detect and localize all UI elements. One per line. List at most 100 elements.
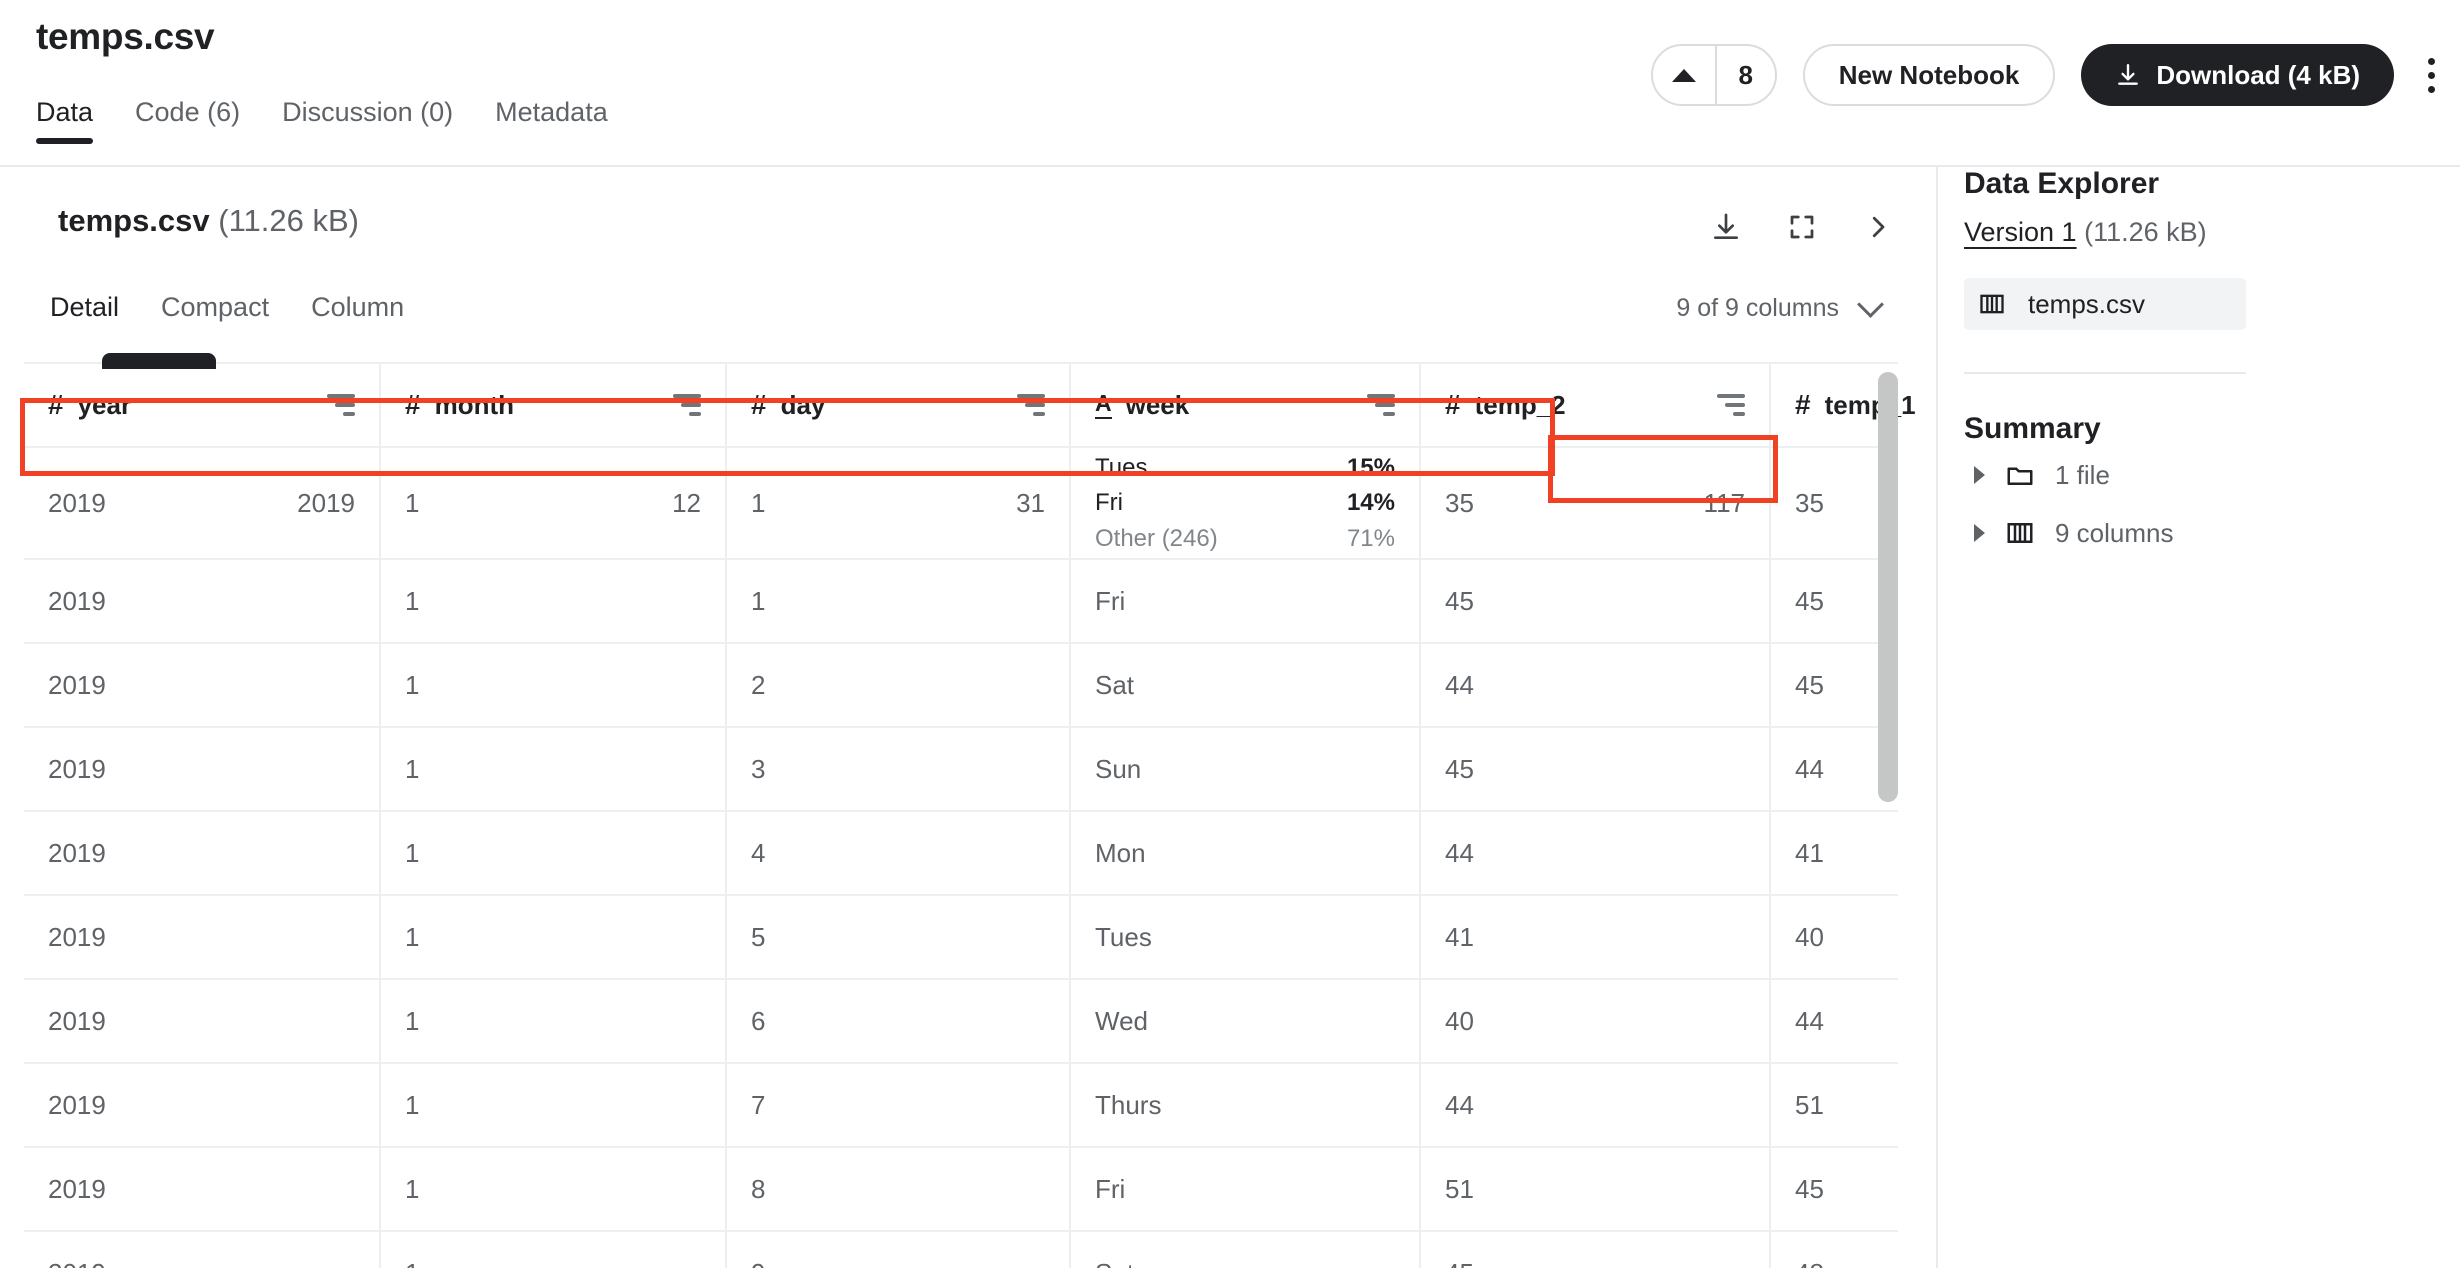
file-name: temps.csv (58, 203, 210, 238)
tab-code[interactable]: Code (6) (135, 97, 240, 144)
view-tab-compact-label: Compact (161, 292, 270, 322)
column-header-label: temp_2 (1474, 389, 1566, 420)
summary-min: 1 (751, 487, 766, 518)
summary-cell-week: Tues 15% Fri 14% Other (246) 71% (1070, 447, 1421, 560)
column-header-temp_2[interactable]: # temp_2 (1420, 362, 1771, 448)
view-tab-column[interactable]: Column (307, 292, 408, 337)
upvote-button[interactable] (1653, 46, 1715, 104)
cell-temp_2: 44 (1420, 643, 1771, 728)
sort-icon[interactable] (673, 394, 701, 416)
divider (1964, 372, 2246, 374)
summary-cell-year: 2019 2019 (24, 447, 381, 560)
table-row: 2019 1 2 Sat 44 45 (24, 643, 1898, 728)
summary-max: 117 (1703, 487, 1745, 518)
table-columns-icon (1980, 294, 2004, 314)
column-count-label: 9 of 9 columns (1676, 294, 1839, 322)
category-pct: 71% (1346, 524, 1395, 552)
cell-month: 1 (380, 559, 727, 644)
table-body: 2019 2019 1 12 1 31 Tues 15% Fri 14% Oth… (24, 447, 1898, 1268)
sort-icon[interactable] (1017, 394, 1045, 416)
cell-day: 8 (726, 1147, 1071, 1232)
next-file-button[interactable] (1858, 207, 1898, 247)
tab-code-label: Code (6) (135, 97, 241, 127)
version-link[interactable]: Version 1 (1964, 217, 2077, 247)
sort-icon[interactable] (327, 394, 355, 416)
cell-month: 1 (380, 1231, 727, 1268)
version-row: Version 1 (11.26 kB) (1964, 217, 2460, 248)
cell-week: Tues (1070, 895, 1421, 980)
cell-month: 1 (380, 895, 727, 980)
cell-year: 2019 (24, 895, 381, 980)
column-header-day[interactable]: # day (726, 362, 1071, 448)
cell-day: 7 (726, 1063, 1071, 1148)
cell-week: Sat (1070, 1231, 1421, 1268)
table-row: 2019 1 7 Thurs 44 51 (24, 1063, 1898, 1148)
sidebar-file-label: temps.csv (2028, 288, 2146, 319)
summary-max: 2019 (297, 487, 355, 518)
vote-count: 8 (1738, 59, 1753, 90)
file-download-button[interactable] (1706, 207, 1746, 247)
table-row: 2019 1 5 Tues 41 40 (24, 895, 1898, 980)
cell-week: Fri (1070, 559, 1421, 644)
page-header: temps.csv Data Code (6) Discussion (0) M… (0, 0, 2460, 167)
summary-item-columns[interactable]: 9 columns (1964, 504, 2460, 562)
cell-temp_2: 41 (1420, 895, 1771, 980)
table-vertical-scrollbar[interactable] (1878, 372, 1898, 802)
summary-cell-temp_2: 35 117 (1420, 447, 1771, 560)
category-row: Other (246) 71% (1095, 524, 1395, 553)
view-tab-detail[interactable]: Detail (46, 292, 123, 337)
tab-metadata-label: Metadata (495, 97, 608, 127)
fullscreen-button[interactable] (1782, 207, 1822, 247)
cell-month: 1 (380, 643, 727, 728)
number-type-icon: # (1795, 389, 1811, 420)
cell-year: 2019 (24, 1231, 381, 1268)
cell-day: 6 (726, 979, 1071, 1064)
summary-item-columns-label: 9 columns (2055, 517, 2174, 548)
tab-discussion[interactable]: Discussion (0) (282, 97, 453, 144)
sort-icon[interactable] (1717, 394, 1745, 416)
data-table-container: # year # month # day A week # temp_2 # t… (24, 353, 1916, 1268)
cell-temp_2: 51 (1420, 1147, 1771, 1232)
tab-data[interactable]: Data (36, 97, 94, 144)
category-label: Tues (1095, 454, 1148, 482)
cell-temp_1: 48 (1770, 1231, 1898, 1268)
column-header-year[interactable]: # year (24, 362, 381, 448)
summary-cell-day: 1 31 (726, 447, 1071, 560)
download-icon (1714, 213, 1738, 239)
category-row: Tues 15% (1095, 453, 1395, 482)
fullscreen-icon (1790, 215, 1814, 239)
cell-month: 1 (380, 1147, 727, 1232)
version-size: (11.26 kB) (2084, 217, 2207, 247)
column-header-month[interactable]: # month (380, 362, 727, 448)
sidebar-file-item-temps-csv[interactable]: temps.csv (1964, 278, 2246, 330)
new-notebook-button[interactable]: New Notebook (1802, 44, 2056, 106)
chevron-right-icon (1872, 216, 1885, 238)
cell-week: Mon (1070, 811, 1421, 896)
summary-max: 12 (672, 487, 701, 518)
column-header-week[interactable]: A week (1070, 362, 1421, 448)
upvote-control[interactable]: 8 (1650, 44, 1777, 106)
view-tab-detail-label: Detail (50, 292, 120, 322)
kebab-menu-icon[interactable] (2420, 44, 2442, 106)
cell-year: 2019 (24, 559, 381, 644)
cell-week: Wed (1070, 979, 1421, 1064)
column-selector[interactable]: 9 of 9 columns (1676, 290, 1884, 323)
cell-day: 1 (726, 559, 1071, 644)
view-tab-compact[interactable]: Compact (157, 292, 273, 337)
download-button-label: Download (4 kB) (2156, 59, 2360, 90)
download-button[interactable]: Download (4 kB) (2081, 44, 2394, 106)
cell-year: 2019 (24, 727, 381, 812)
category-label: Fri (1095, 489, 1123, 517)
column-header-label: temp_1 (1824, 389, 1916, 420)
header-actions: 8 New Notebook Download (4 kB) (1650, 44, 2442, 106)
tab-metadata[interactable]: Metadata (495, 97, 608, 144)
table-header: # year # month # day A week # temp_2 # t… (24, 362, 1916, 448)
sort-icon[interactable] (1367, 394, 1395, 416)
view-mode-tabs: Detail Compact Column (46, 292, 408, 337)
cell-temp_1: 45 (1770, 1147, 1898, 1232)
cell-month: 1 (380, 727, 727, 812)
summary-item-files[interactable]: 1 file (1964, 446, 2460, 504)
column-header-label: year (77, 389, 132, 420)
cell-month: 1 (380, 1063, 727, 1148)
category-label: Other (246) (1095, 524, 1218, 552)
